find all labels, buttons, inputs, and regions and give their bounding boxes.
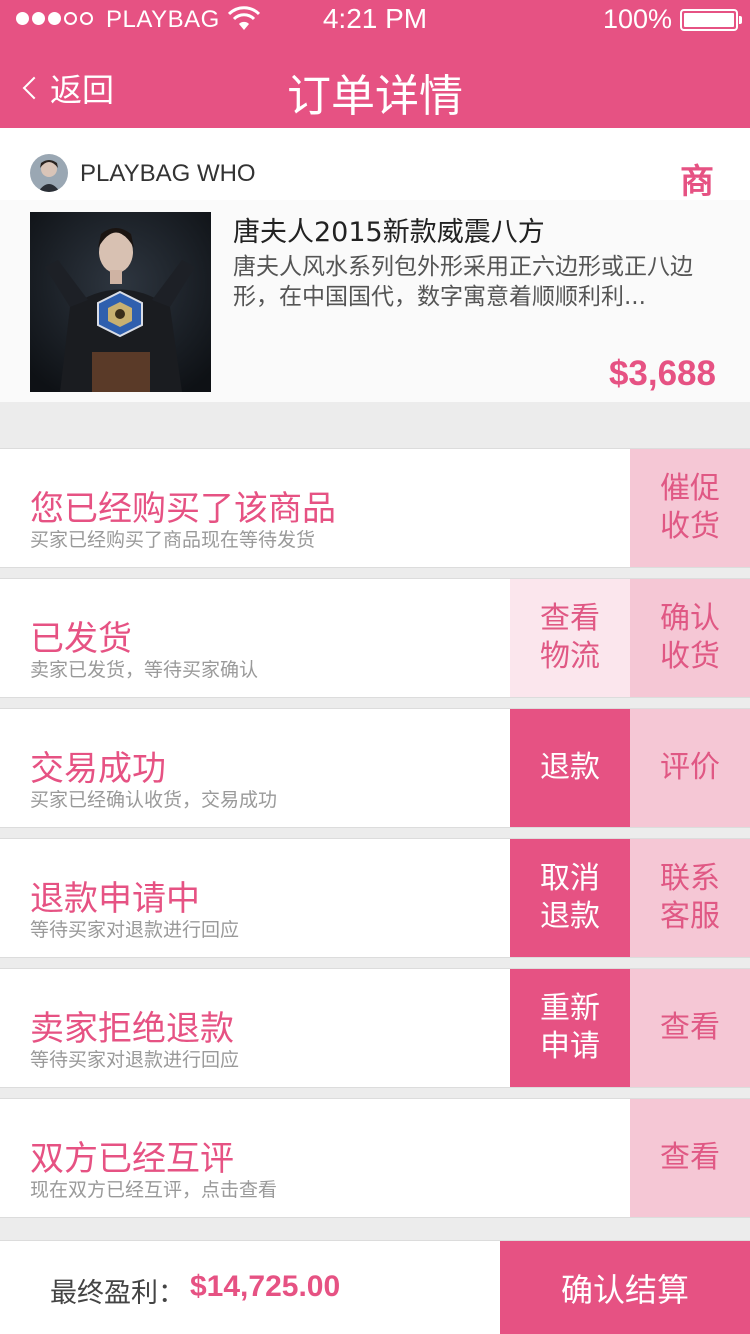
battery-icon xyxy=(680,9,742,31)
status-title: 卖家拒绝退款 xyxy=(30,1009,234,1049)
page-title: 订单详情 xyxy=(287,71,463,122)
review-button[interactable]: 评价 xyxy=(630,709,750,827)
status-subtitle: 等待买家对退款进行回应 xyxy=(30,919,240,941)
reapply-button[interactable]: 重新 申请 xyxy=(510,969,630,1087)
status-title: 退款申请中 xyxy=(30,879,200,919)
product-card[interactable]: PLAYBAG WHO 商 唐夫人2015新款威震八方 唐夫人风水系列包外形采用… xyxy=(0,128,750,402)
footer-bar: 最终盈利： $14,725.00 确认结算 xyxy=(0,1240,750,1334)
seller-name: PLAYBAG WHO xyxy=(80,160,256,187)
product-title: 唐夫人2015新款威震八方 xyxy=(233,217,545,248)
product-price: $3,688 xyxy=(608,354,716,393)
seller-row[interactable]: PLAYBAG WHO 商 xyxy=(0,128,750,203)
product-image[interactable] xyxy=(30,212,211,392)
product-description: 唐夫人风水系列包外形采用正六边形或正八边形，在中国国代，数字寓意着顺顺利利... xyxy=(233,254,693,310)
seller-avatar[interactable] xyxy=(30,154,68,192)
status-title: 双方已经互评 xyxy=(30,1139,234,1179)
order-status-row[interactable]: 卖家拒绝退款 等待买家对退款进行回应 重新 申请 查看 xyxy=(0,968,750,1088)
profit-label: 最终盈利： xyxy=(50,1278,185,1309)
status-title: 您已经购买了该商品 xyxy=(30,489,336,529)
confirm-settlement-button[interactable]: 确认结算 xyxy=(500,1241,750,1334)
status-subtitle: 买家已经购买了商品现在等待发货 xyxy=(30,529,316,551)
urge-receipt-button[interactable]: 催促 收货 xyxy=(630,449,750,567)
refund-button[interactable]: 退款 xyxy=(510,709,630,827)
order-status-row[interactable]: 已发货 卖家已发货，等待买家确认 查看 物流 确认 收货 xyxy=(0,578,750,698)
status-subtitle: 买家已经确认收货，交易成功 xyxy=(30,789,278,811)
status-bar: PLAYBAG 4:21 PM 100% xyxy=(0,0,750,40)
cancel-refund-button[interactable]: 取消 退款 xyxy=(510,839,630,957)
status-title: 交易成功 xyxy=(30,749,166,789)
status-title: 已发货 xyxy=(30,619,132,659)
order-status-row[interactable]: 您已经购买了该商品 买家已经购买了商品现在等待发货 催促 收货 xyxy=(0,448,750,568)
contact-support-button[interactable]: 联系 客服 xyxy=(630,839,750,957)
battery-percent: 100% xyxy=(602,4,672,34)
confirm-receipt-button[interactable]: 确认 收货 xyxy=(630,579,750,697)
status-subtitle: 现在双方已经互评，点击查看 xyxy=(30,1179,278,1201)
order-status-row[interactable]: 双方已经互评 现在双方已经互评，点击查看 查看 xyxy=(0,1098,750,1218)
shop-badge[interactable]: 商 xyxy=(680,154,714,203)
order-status-row[interactable]: 交易成功 买家已经确认收货，交易成功 退款 评价 xyxy=(0,708,750,828)
status-subtitle: 等待买家对退款进行回应 xyxy=(30,1049,240,1071)
view-logistics-button[interactable]: 查看 物流 xyxy=(510,579,630,697)
header: PLAYBAG 4:21 PM 100% 返回 订单详情 xyxy=(0,0,750,128)
order-status-row[interactable]: 退款申请中 等待买家对退款进行回应 取消 退款 联系 客服 xyxy=(0,838,750,958)
view-button[interactable]: 查看 xyxy=(630,969,750,1087)
profit-value: $14,725.00 xyxy=(190,1270,341,1303)
status-subtitle: 卖家已发货，等待买家确认 xyxy=(30,659,259,681)
view-reviews-button[interactable]: 查看 xyxy=(630,1099,750,1217)
